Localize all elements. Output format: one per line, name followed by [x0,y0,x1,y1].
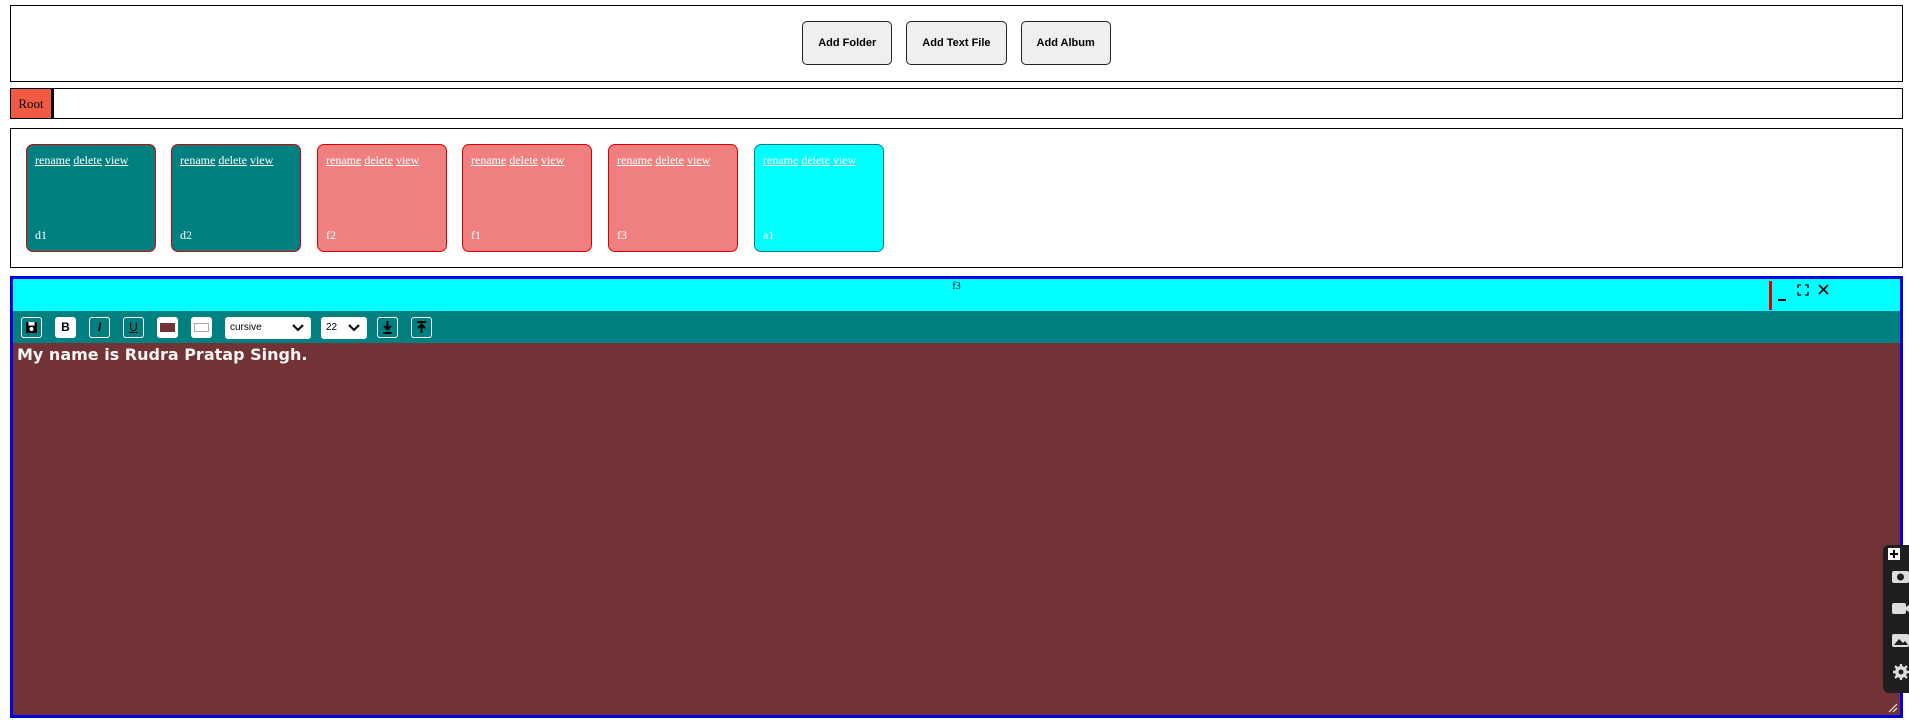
delete-link[interactable]: delete [73,153,102,167]
item-name: d2 [180,228,192,242]
view-link[interactable]: view [396,153,419,167]
text-file-item[interactable]: rename delete view f2 [317,144,447,252]
font-size-select[interactable]: 22 [321,317,367,339]
text-file-item[interactable]: rename delete view f3 [608,144,738,252]
item-actions: rename delete view [326,153,422,168]
image-icon[interactable] [1891,631,1909,649]
title-divider [1769,281,1772,310]
rename-link[interactable]: rename [180,153,215,167]
side-dock [1883,545,1909,693]
item-name: a1 [763,228,775,242]
item-actions: rename delete view [180,153,276,168]
text-file-item[interactable]: rename delete view f1 [462,144,592,252]
save-icon [26,322,37,333]
view-link[interactable]: view [687,153,710,167]
rename-link[interactable]: rename [326,153,361,167]
rename-link[interactable]: rename [763,153,798,167]
bg-color-swatch [194,323,209,332]
font-family-select[interactable]: cursive [225,317,311,339]
view-link[interactable]: view [105,153,128,167]
item-name: f2 [326,228,336,242]
item-name: d1 [35,228,47,242]
video-icon[interactable] [1891,599,1909,617]
editor-title: f3 [952,281,961,292]
folder-item[interactable]: rename delete view d2 [171,144,301,252]
text-color-picker[interactable] [157,317,178,338]
breadcrumb: Root [10,88,1903,119]
add-icon[interactable] [1887,547,1905,565]
background-color-picker[interactable] [191,317,212,338]
item-actions: rename delete view [471,153,567,168]
items-panel: rename delete view d1 rename delete view d2 … [10,128,1903,268]
upload-icon [417,321,426,333]
delete-link[interactable]: delete [364,153,393,167]
rename-link[interactable]: rename [35,153,70,167]
toolbar-buttons: Add Folder Add Text File Add Album [11,21,1902,65]
folder-item[interactable]: rename delete view d1 [26,144,156,252]
toolbar-panel: Add Folder Add Text File Add Album [10,5,1903,82]
color-swatch [160,323,175,332]
rename-link[interactable]: rename [471,153,506,167]
item-name: f1 [471,228,481,242]
add-album-button[interactable]: Add Album [1020,21,1111,65]
close-icon[interactable] [1817,283,1830,296]
add-text-file-button[interactable]: Add Text File [906,21,1007,65]
font-family-value: cursive [230,322,262,333]
delete-link[interactable]: delete [655,153,684,167]
save-button[interactable] [21,317,42,338]
editor-title-bar[interactable]: f3 [13,279,1900,311]
view-link[interactable]: view [250,153,273,167]
gear-icon[interactable] [1891,663,1909,681]
upload-button[interactable] [411,317,432,338]
add-folder-button[interactable]: Add Folder [802,21,893,65]
underline-button[interactable]: U [123,317,144,338]
view-link[interactable]: view [541,153,564,167]
delete-link[interactable]: delete [218,153,247,167]
delete-link[interactable]: delete [801,153,830,167]
download-icon [383,321,392,334]
download-button[interactable] [377,317,398,338]
minimize-icon[interactable] [1777,287,1787,303]
font-size-value: 22 [326,322,338,333]
italic-button[interactable]: I [89,317,110,338]
item-actions: rename delete view [35,153,131,168]
item-actions: rename delete view [763,153,859,168]
item-actions: rename delete view [617,153,713,168]
chevron-down-icon [348,324,360,332]
chevron-down-icon [292,324,304,332]
item-name: f3 [617,228,627,242]
view-link[interactable]: view [833,153,856,167]
editor-ribbon: B I U cursive 22 [13,311,1900,343]
camera-icon[interactable] [1891,567,1909,585]
album-item[interactable]: rename delete view a1 [754,144,884,252]
breadcrumb-root[interactable]: Root [11,89,54,118]
delete-link[interactable]: delete [509,153,538,167]
bold-button[interactable]: B [55,317,76,338]
resize-handle[interactable] [1888,703,1898,713]
rename-link[interactable]: rename [617,153,652,167]
text-editor-window: f3 B I U cursive 22 My name is Rudra Pra… [10,276,1903,718]
maximize-icon[interactable] [1797,284,1809,296]
editor-content[interactable]: My name is Rudra Pratap Singh. [17,345,307,364]
